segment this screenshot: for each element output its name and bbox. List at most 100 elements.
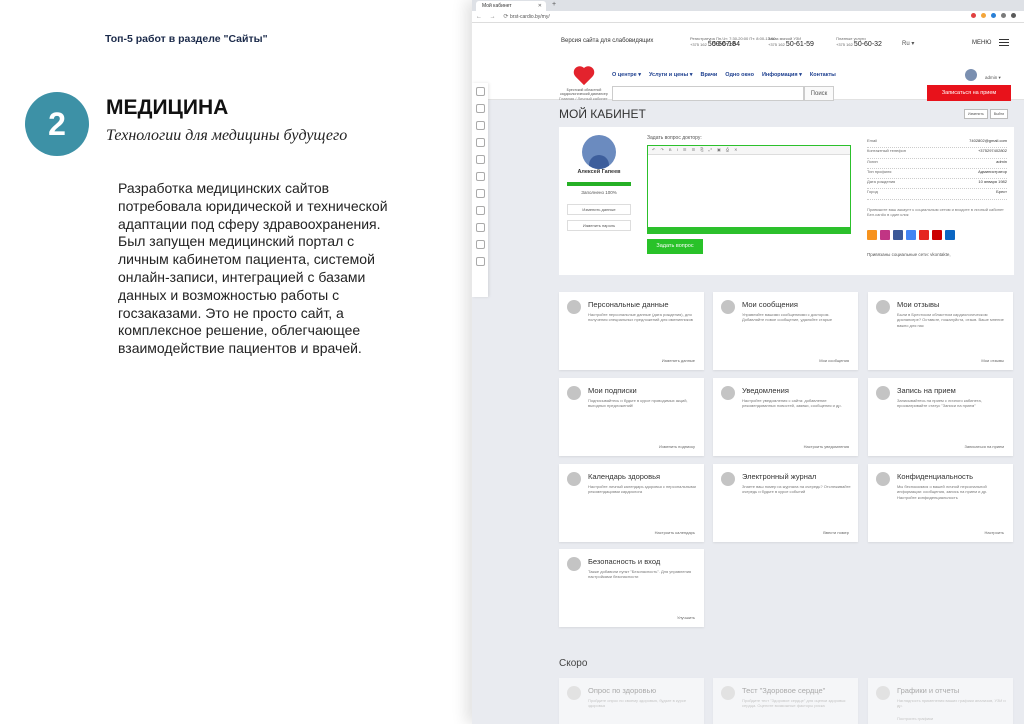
nav-item-info[interactable]: Информация ▾ xyxy=(762,72,802,78)
low-vision-link[interactable]: Версия сайта для слабовидящих xyxy=(561,38,653,44)
profile-name: Алексей Гапеев xyxy=(577,169,621,175)
language-select[interactable]: Ru ▾ xyxy=(902,40,914,47)
card-link[interactable]: Мои отзывы xyxy=(981,358,1004,363)
cabinet-card[interactable]: Мои сообщения Управляйте вашими сообщения… xyxy=(713,292,858,370)
card-desc: Пройдите тест "Здоровое сердце" для оцен… xyxy=(742,698,846,709)
phone-number[interactable]: 50-60-32 xyxy=(854,41,882,48)
linkedin-icon[interactable] xyxy=(945,230,955,240)
card-link[interactable]: Настроить уведомления xyxy=(804,444,849,449)
card-title: Опрос по здоровью xyxy=(588,686,657,695)
new-tab-icon[interactable]: + xyxy=(552,1,556,8)
cabinet-card[interactable]: Запись на прием Записывайтесь на прием с … xyxy=(868,378,1013,456)
menu-button[interactable]: МЕНЮ xyxy=(972,40,991,46)
website-screenshot: Мой кабинет ✕ + ← → ⟳ brst-cardio.by/my/ … xyxy=(472,0,1024,724)
calendar-icon[interactable] xyxy=(475,172,485,181)
site-logo[interactable]: Брестский областной кардиологический дис… xyxy=(560,67,608,96)
extension-icon[interactable] xyxy=(981,13,986,18)
ask-question-button[interactable]: Задать вопрос xyxy=(647,239,703,254)
tab-title: Мой кабинет xyxy=(482,3,512,9)
section-body: Разработка медицинских сайтов потребовал… xyxy=(118,180,388,357)
editor-toolbar[interactable]: ↶ ↷ B I ☰ ☰ ⎘ ⤢ ▣ ⎙ ✕ xyxy=(648,146,850,155)
cabinet-card[interactable]: Мои отзывы Были в Брестском областном кар… xyxy=(868,292,1013,370)
cabinet-card[interactable]: Безопасность и вход Также добавили пункт … xyxy=(559,549,704,627)
mail-icon[interactable] xyxy=(475,104,485,113)
cabinet-card[interactable]: Конфиденциальность Мы беспокоимся о вашей… xyxy=(868,464,1013,542)
nav-item-contacts[interactable]: Контакты xyxy=(810,72,836,78)
chat-icon[interactable] xyxy=(475,240,485,249)
change-password-button[interactable]: Изменить пароль xyxy=(567,220,631,231)
card-link[interactable]: Изменить данные xyxy=(662,358,695,363)
gear-icon[interactable] xyxy=(475,223,485,232)
instagram-icon[interactable] xyxy=(880,230,890,240)
profile-progress-fill xyxy=(567,182,631,186)
breadcrumb[interactable]: Главная / Личный кабинет xyxy=(559,96,608,101)
card-desc: Записывайтесь на прием с личного кабинет… xyxy=(897,398,982,409)
card-link[interactable]: Мои сообщения xyxy=(819,358,849,363)
cabinet-card[interactable]: Календарь здоровья Настройте личный кален… xyxy=(559,464,704,542)
info-value: +375297402802 xyxy=(977,148,1007,154)
people-icon[interactable] xyxy=(475,121,485,130)
cabinet-card[interactable]: Электронный журнал Знаете ваш номер из жу… xyxy=(713,464,858,542)
cabinet-card[interactable]: Уведомления Настройте уведомления с сайта… xyxy=(713,378,858,456)
nav-item-services[interactable]: Услуги и цены ▾ xyxy=(649,72,692,78)
yandex-icon[interactable] xyxy=(932,230,942,240)
info-value: Администратор xyxy=(978,168,1007,174)
card-link[interactable]: Ввести номер xyxy=(823,530,849,535)
extension-icon[interactable] xyxy=(1011,13,1016,18)
edit-button[interactable]: Изменить xyxy=(964,109,988,119)
extension-icon[interactable] xyxy=(1001,13,1006,18)
url-field[interactable]: brst-cardio.by/my/ xyxy=(510,14,550,20)
medical-icon[interactable] xyxy=(475,155,485,164)
phone-number[interactable]: 50-67-64 xyxy=(712,41,740,48)
info-key: Город xyxy=(867,189,878,195)
extension-icon[interactable] xyxy=(971,13,976,18)
avatar xyxy=(582,135,616,169)
nav-item-doctors[interactable]: Врачи xyxy=(700,72,717,78)
lock-user-icon[interactable] xyxy=(475,206,485,215)
google-icon[interactable] xyxy=(906,230,916,240)
search-button[interactable]: Поиск xyxy=(804,86,834,101)
nav-buttons-icon[interactable]: ← → ⟳ xyxy=(476,13,511,20)
cabinet-card[interactable]: Мои подписки Подписывайтесь и будьте в ку… xyxy=(559,378,704,456)
nav-item-about[interactable]: О центре ▾ xyxy=(612,72,641,78)
card-link[interactable]: Изменить подписку xyxy=(659,444,695,449)
youtube-icon[interactable] xyxy=(919,230,929,240)
card-desc: Пройдите опрос по своему здоровью, будьт… xyxy=(588,698,687,709)
cabinet-card[interactable]: Персональные данные Настройте персональны… xyxy=(559,292,704,370)
card-link[interactable]: Записаться на прием xyxy=(964,444,1004,449)
nav-item-one-window[interactable]: Одно окно xyxy=(725,72,754,78)
browser-tab[interactable]: Мой кабинет ✕ xyxy=(476,1,546,11)
phone-icon[interactable] xyxy=(475,257,485,266)
card-link[interactable]: Настроить календарь xyxy=(655,530,695,535)
card-link[interactable]: Настроить xyxy=(984,530,1004,535)
phone-number[interactable]: 50-61-59 xyxy=(786,41,814,48)
bell-icon[interactable] xyxy=(475,138,485,147)
info-key: Дата рождения xyxy=(867,179,896,185)
search-input[interactable] xyxy=(612,86,804,101)
social-note: Привяжите ваш аккаунт к социальным сетям… xyxy=(867,207,1004,217)
page-title: МОЙ КАБИНЕТ xyxy=(559,107,646,121)
card-desc: Настройте уведомления с сайта: добавлени… xyxy=(742,398,842,409)
logout-button[interactable]: Выйти xyxy=(989,109,1009,119)
facebook-icon[interactable] xyxy=(893,230,903,240)
question-editor[interactable]: ↶ ↷ B I ☰ ☰ ⎘ ⤢ ▣ ⎙ ✕ xyxy=(647,145,851,234)
user-icon[interactable] xyxy=(475,87,485,96)
card-desc: Управляйте вашими сообщениями с доктором… xyxy=(742,312,833,323)
browser-tabbar: Мой кабинет ✕ + xyxy=(472,0,1024,11)
avatar[interactable] xyxy=(965,69,977,81)
change-data-button[interactable]: Изменить данные xyxy=(567,204,631,215)
info-row: Логин admin xyxy=(867,159,1007,169)
phone-code: +375 162 xyxy=(768,42,785,47)
book-appointment-button[interactable]: Записаться на прием xyxy=(927,85,1011,101)
logo-text: Брестский областной кардиологический дис… xyxy=(560,88,608,96)
card-desc: Настройте персональные данные (дата рожд… xyxy=(588,312,693,323)
ok-icon[interactable] xyxy=(867,230,877,240)
close-icon[interactable]: ✕ xyxy=(538,3,542,9)
user-menu[interactable]: admin ▾ xyxy=(985,75,1001,81)
journal-icon[interactable] xyxy=(475,189,485,198)
hamburger-icon[interactable] xyxy=(999,39,1009,46)
card-title: Электронный журнал xyxy=(742,472,817,481)
card-title: Персональные данные xyxy=(588,300,669,309)
extension-icon[interactable] xyxy=(991,13,996,18)
card-link[interactable]: Улучшить xyxy=(677,615,695,620)
